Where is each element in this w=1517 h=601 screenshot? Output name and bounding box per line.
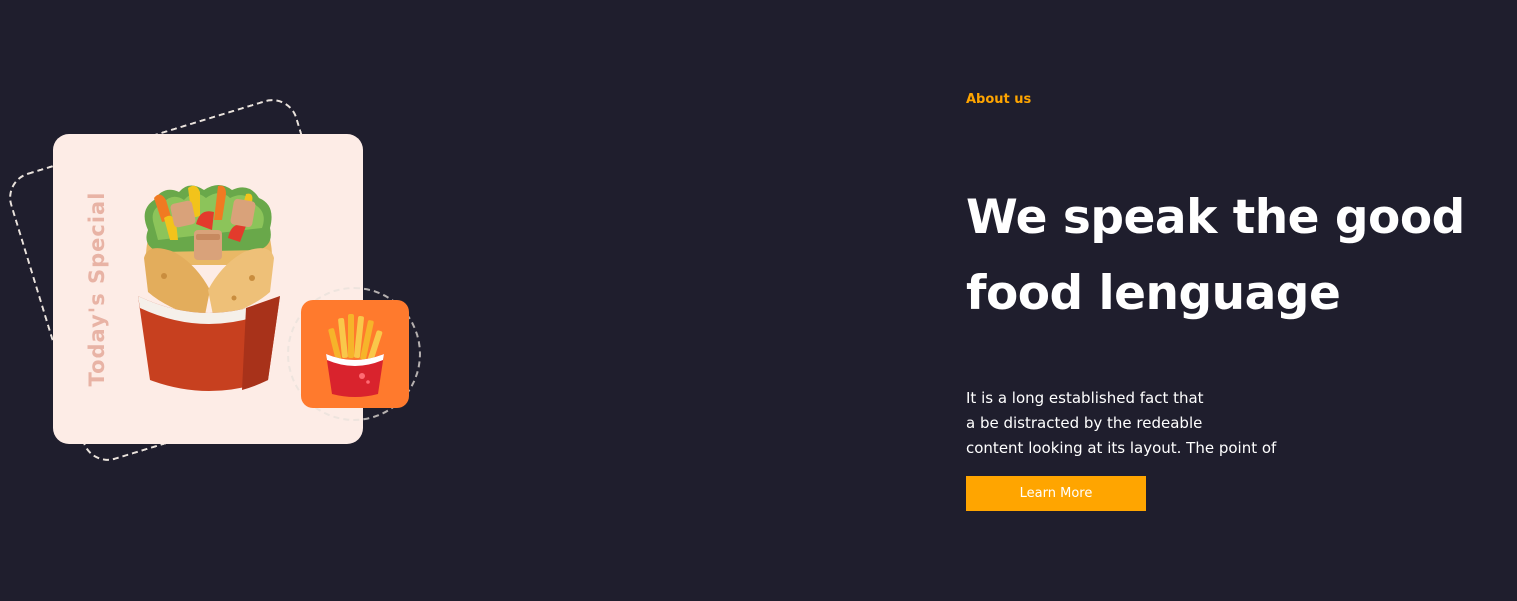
body-paragraph: It is a long established fact that a be … <box>966 386 1386 461</box>
wrap-icon <box>138 185 280 391</box>
learn-more-button[interactable]: Learn More <box>966 476 1146 511</box>
body-line-1: It is a long established fact that <box>966 389 1204 407</box>
body-line-3: content looking at its layout. The point… <box>966 439 1277 457</box>
about-us-label: About us <box>966 92 1032 107</box>
headline: We speak the good food lenguage <box>966 180 1506 332</box>
headline-line-2: food lenguage <box>966 266 1341 321</box>
about-section: Today's Special About us We speak the go… <box>0 0 1517 601</box>
headline-line-1: We speak the good <box>966 190 1465 245</box>
fries-icon <box>326 314 384 397</box>
body-line-2: a be distracted by the redeable <box>966 414 1203 432</box>
todays-special-label: Today's Special <box>85 191 109 387</box>
